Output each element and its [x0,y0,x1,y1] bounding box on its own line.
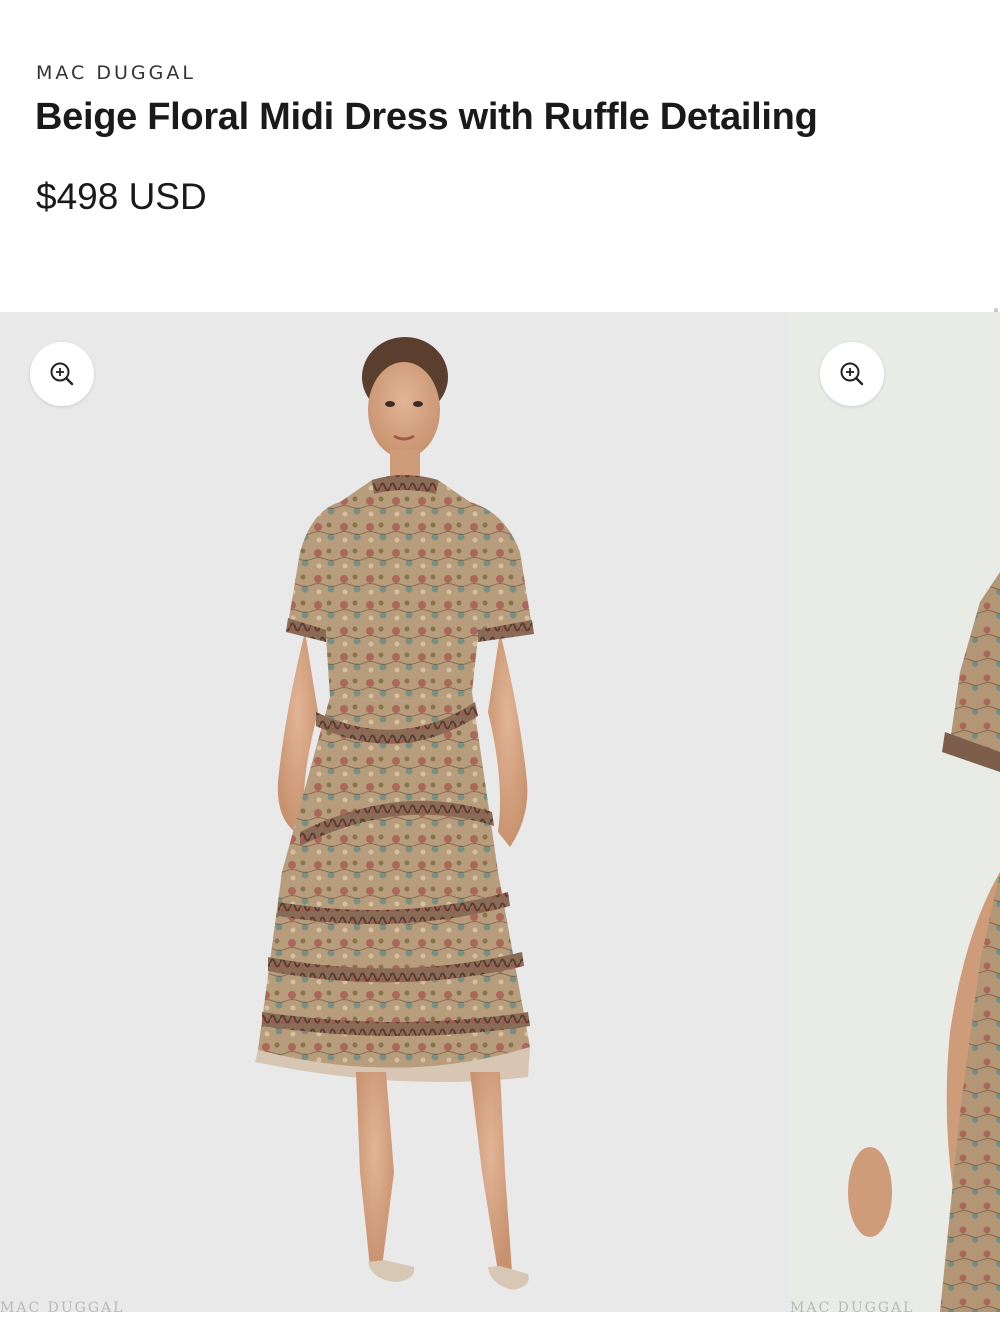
watermark: MAC DUGGAL [790,1300,915,1312]
product-price: $498 USD [36,176,207,217]
gallery-bottom-edge [0,1312,1000,1333]
gallery-slide-1[interactable]: MAC DUGGAL [0,312,790,1312]
zoom-button[interactable] [820,342,884,406]
zoom-button[interactable] [30,342,94,406]
gallery-slide-2[interactable]: MAC DUGGAL [790,312,1000,1312]
watermark: MAC DUGGAL [0,1300,125,1312]
zoom-in-icon [840,362,864,386]
product-title: Beige Floral Midi Dress with Ruffle Deta… [35,96,818,138]
brand-name[interactable]: MAC DUGGAL [36,62,196,84]
product-photo-front [255,337,534,1290]
product-photo-side [848,572,1000,1312]
product-header: MAC DUGGAL Beige Floral Midi Dress with … [0,0,1000,312]
zoom-in-icon [50,362,74,386]
product-image-gallery[interactable]: MAC DUGGAL MAC DUGGAL [0,312,1000,1312]
